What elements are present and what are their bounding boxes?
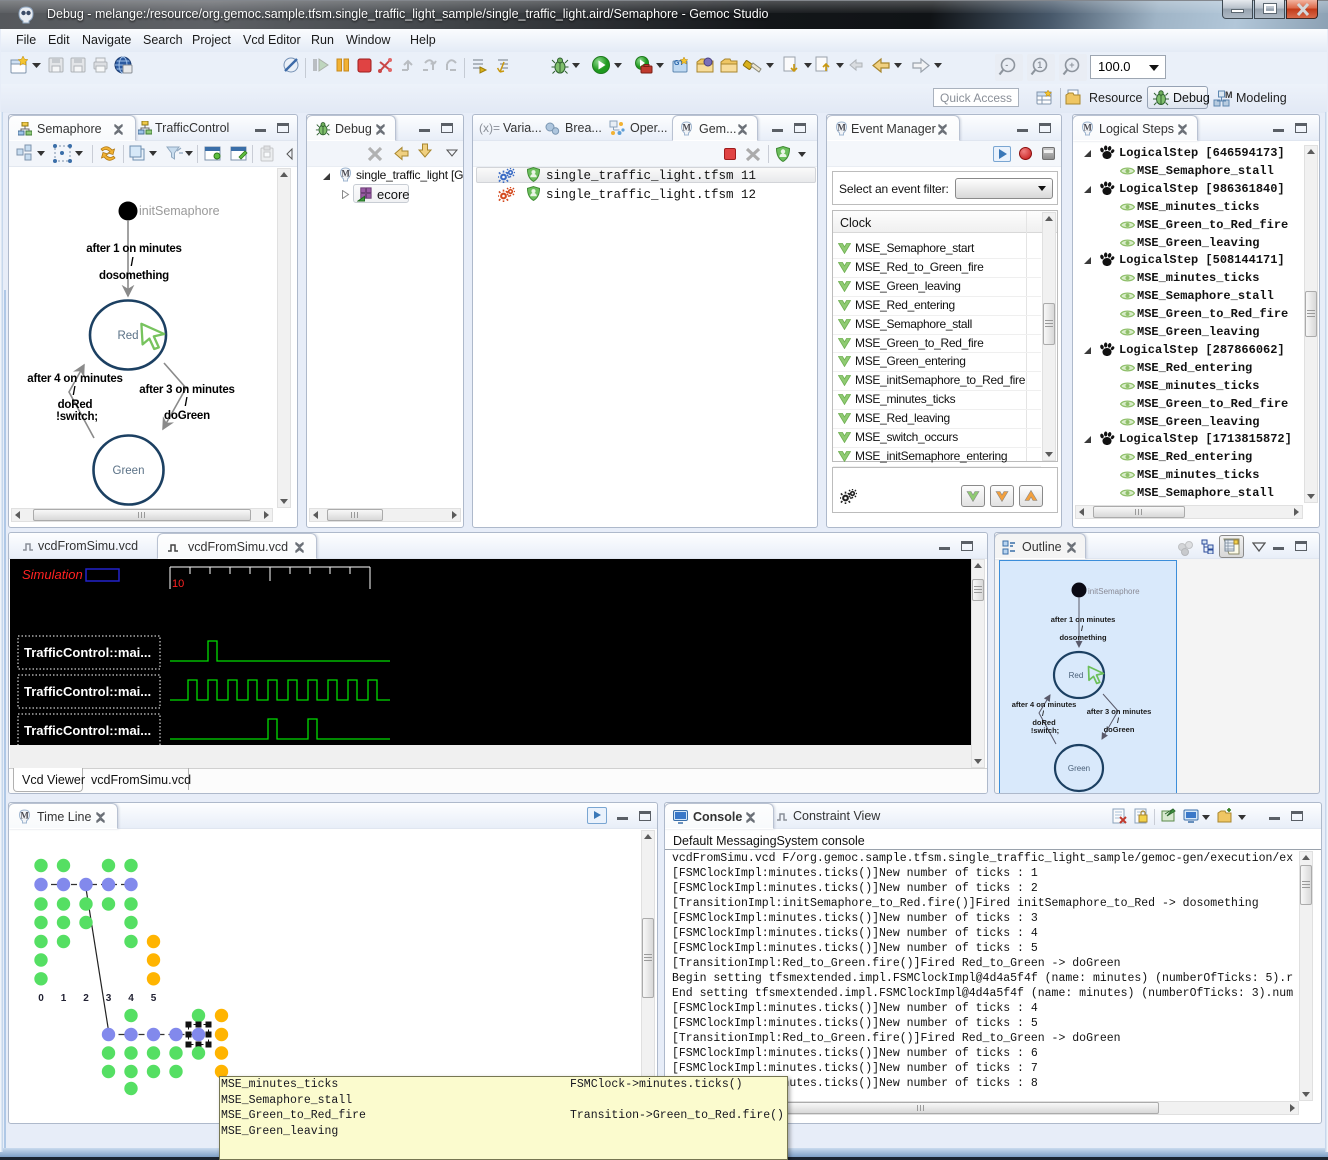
svg-text:-: -	[1005, 60, 1008, 70]
svg-text:after 1 on minutes: after 1 on minutes	[86, 243, 181, 255]
svg-text:!switch;: !switch;	[56, 411, 98, 423]
svg-text:Green: Green	[1068, 764, 1090, 773]
svg-text:M: M	[682, 123, 691, 133]
svg-text:dosomething: dosomething	[1059, 633, 1106, 642]
svg-text:after 1 on minutes: after 1 on minutes	[1051, 615, 1116, 624]
svg-text:Red: Red	[1069, 671, 1084, 680]
svg-text:/: /	[185, 397, 189, 409]
svg-text:5: 5	[151, 993, 157, 1004]
svg-text:M: M	[20, 811, 29, 821]
svg-text:after 4 on minutes: after 4 on minutes	[1012, 700, 1077, 709]
svg-text:doGreen: doGreen	[1104, 725, 1135, 734]
svg-text:3: 3	[106, 993, 112, 1004]
svg-text:0: 0	[38, 993, 44, 1004]
svg-text:after 3 on minutes: after 3 on minutes	[139, 384, 234, 396]
svg-text:4: 4	[128, 993, 134, 1004]
svg-text:M: M	[1083, 123, 1092, 133]
svg-text:TrafficControl::mai...: TrafficControl::mai...	[24, 684, 151, 699]
svg-text:after 3 on minutes: after 3 on minutes	[1087, 707, 1152, 716]
svg-text:M: M	[1225, 90, 1233, 100]
svg-text:Green: Green	[113, 465, 145, 477]
svg-text:M: M	[837, 123, 846, 133]
svg-text:/: /	[1042, 709, 1045, 718]
svg-text:/: /	[1117, 716, 1120, 725]
svg-text:/: /	[73, 386, 77, 398]
svg-text:initSemaphore: initSemaphore	[1088, 587, 1140, 596]
svg-text:initSemaphore: initSemaphore	[139, 204, 220, 218]
svg-text:/: /	[1081, 624, 1084, 633]
svg-text:10: 10	[172, 578, 184, 590]
svg-text:2: 2	[83, 993, 89, 1004]
svg-text:TrafficControl::mai...: TrafficControl::mai...	[24, 723, 151, 738]
svg-text:TrafficControl::mai...: TrafficControl::mai...	[24, 645, 151, 660]
svg-text:1: 1	[61, 993, 67, 1004]
svg-text:1: 1	[1037, 60, 1042, 70]
svg-text:+: +	[1069, 60, 1074, 70]
svg-text:doGreen: doGreen	[164, 410, 210, 422]
svg-text:dosomething: dosomething	[99, 270, 169, 282]
svg-text:after 4 on minutes: after 4 on minutes	[27, 373, 122, 385]
svg-text:Red: Red	[117, 330, 138, 342]
svg-text:Simulation: Simulation	[22, 567, 83, 582]
svg-text:M: M	[341, 169, 350, 179]
svg-text:doRed: doRed	[58, 399, 93, 411]
svg-text:!switch;: !switch;	[1031, 726, 1059, 735]
svg-text:/: /	[131, 257, 135, 269]
